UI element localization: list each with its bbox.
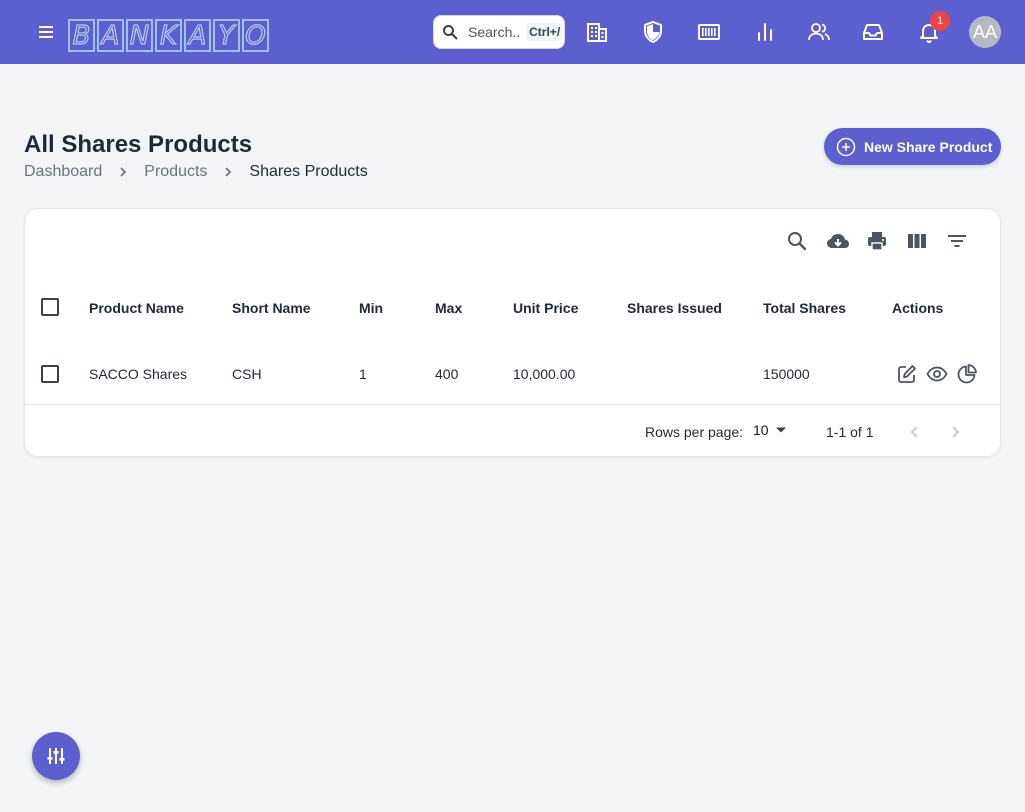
cell-min: 1: [359, 366, 367, 382]
chevron-right-icon: [120, 167, 127, 177]
users-icon[interactable]: [807, 20, 831, 44]
bar-chart-icon[interactable]: [753, 20, 777, 44]
edit-icon[interactable]: [896, 363, 918, 385]
logo-letter: Y: [213, 19, 240, 52]
logo-letter: A: [184, 19, 211, 52]
shield-icon[interactable]: [641, 20, 665, 44]
top-bar: B A N K A Y O Search.. Ctrl+/ 1 AA: [0, 0, 1025, 64]
columns-icon[interactable]: [906, 230, 928, 252]
new-share-product-label: New Share Product: [864, 138, 993, 155]
next-page-icon[interactable]: [944, 421, 966, 443]
pie-chart-icon[interactable]: [956, 363, 978, 385]
logo-letter: A: [97, 19, 124, 52]
column-header-short-name[interactable]: Short Name: [232, 300, 311, 316]
inbox-icon[interactable]: [861, 20, 885, 44]
rows-per-page-value: 10: [753, 422, 769, 438]
cell-total-shares: 150000: [763, 366, 810, 382]
building-icon[interactable]: [585, 20, 609, 44]
pagination-range: 1-1 of 1: [826, 424, 874, 440]
column-header-shares-issued[interactable]: Shares Issued: [627, 300, 722, 316]
row-checkbox[interactable]: [41, 365, 59, 383]
breadcrumb-dashboard[interactable]: Dashboard: [24, 163, 102, 181]
search-shortcut: Ctrl+/: [526, 23, 564, 41]
rows-per-page-select[interactable]: 10: [753, 422, 787, 438]
notification-badge: 1: [930, 11, 950, 31]
column-header-min[interactable]: Min: [359, 300, 383, 316]
column-header-max[interactable]: Max: [435, 300, 462, 316]
column-header-product-name[interactable]: Product Name: [89, 300, 184, 316]
table-divider: [25, 404, 1000, 405]
breadcrumb-current: Shares Products: [249, 163, 368, 180]
breadcrumb-products[interactable]: Products: [144, 163, 207, 181]
brand-logo[interactable]: B A N K A Y O: [68, 19, 271, 52]
filter-icon[interactable]: [946, 230, 968, 252]
search-placeholder: Search..: [468, 24, 521, 40]
sliders-icon: [47, 748, 65, 764]
view-icon[interactable]: [926, 363, 948, 385]
logo-letter: N: [126, 19, 153, 52]
barcode-icon[interactable]: [697, 20, 721, 44]
user-avatar[interactable]: AA: [969, 16, 1001, 48]
download-icon[interactable]: [825, 230, 851, 252]
page-title: All Shares Products: [24, 131, 253, 158]
caret-down-icon: [775, 427, 786, 433]
settings-fab-button[interactable]: [32, 732, 80, 780]
cell-max: 400: [435, 366, 459, 382]
search-icon: [443, 25, 458, 40]
print-icon[interactable]: [866, 230, 888, 252]
cell-product-name: SACCO Shares: [89, 366, 188, 382]
logo-letter: O: [242, 19, 269, 52]
breadcrumb: Dashboard Products Shares Products: [24, 163, 368, 181]
rows-per-page-label: Rows per page:: [645, 424, 744, 440]
menu-icon[interactable]: [36, 22, 56, 42]
search-box[interactable]: Search.. Ctrl+/: [433, 15, 565, 49]
chevron-right-icon: [225, 167, 232, 177]
plus-circle-icon: [836, 137, 856, 156]
logo-letter: K: [155, 19, 182, 52]
cell-short-name: CSH: [232, 366, 262, 382]
logo-letter: B: [68, 19, 95, 52]
previous-page-icon[interactable]: [904, 421, 926, 443]
search-icon[interactable]: [786, 230, 808, 252]
column-header-unit-price[interactable]: Unit Price: [513, 300, 578, 316]
cell-unit-price: 10,000.00: [513, 366, 576, 382]
select-all-checkbox[interactable]: [41, 298, 59, 316]
shares-products-table: Product Name Short Name Min Max Unit Pri…: [24, 208, 1001, 457]
column-header-total-shares[interactable]: Total Shares: [763, 300, 846, 316]
new-share-product-button[interactable]: New Share Product: [824, 128, 1001, 165]
column-header-actions: Actions: [892, 300, 944, 316]
